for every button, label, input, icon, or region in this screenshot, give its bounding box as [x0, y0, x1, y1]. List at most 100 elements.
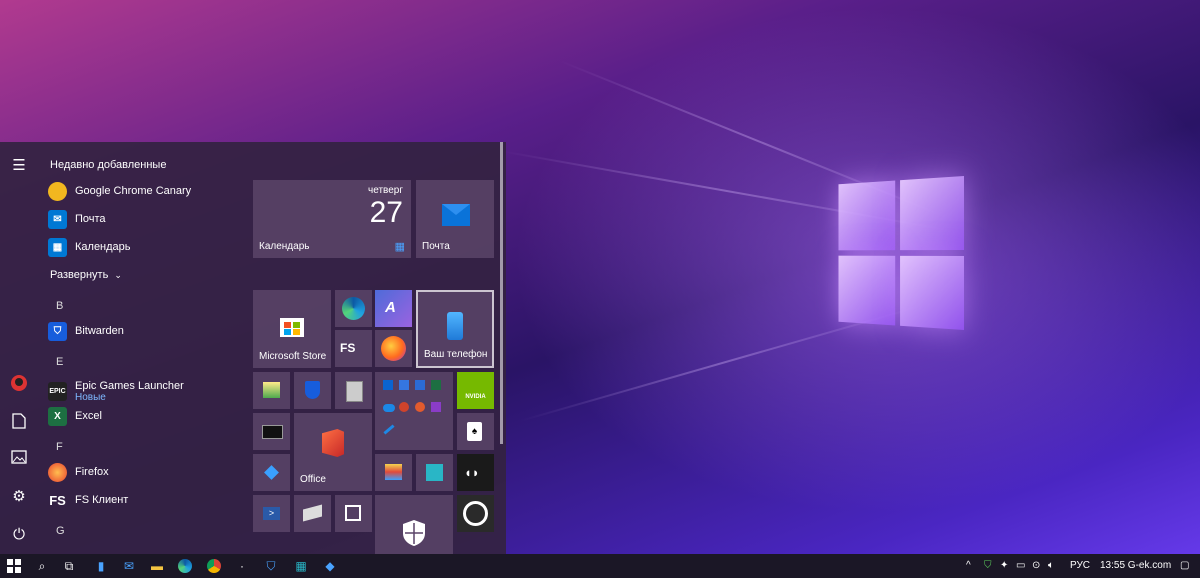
- excel-icon: [431, 380, 441, 390]
- start-rail: ☰ ⚙ ⏻: [0, 142, 38, 554]
- bitwarden-icon: [305, 381, 320, 399]
- hamburger-menu-icon[interactable]: ☰: [9, 156, 29, 176]
- section-letter[interactable]: B: [56, 300, 63, 312]
- expand-button[interactable]: Развернуть ⌄: [50, 269, 122, 281]
- app-item-calendar[interactable]: ▦ Календарь: [48, 234, 131, 260]
- windows-icon: [7, 559, 21, 573]
- office-tile[interactable]: Office: [294, 413, 372, 491]
- expand-label: Развернуть: [50, 269, 109, 281]
- section-letter[interactable]: E: [56, 356, 63, 368]
- snip-icon: [345, 505, 361, 521]
- phone-app-icon[interactable]: ▮: [92, 557, 110, 575]
- app-item-chrome-canary[interactable]: Google Chrome Canary: [48, 178, 191, 204]
- fs-icon: FS: [340, 341, 356, 355]
- clock[interactable]: 13:55 G-ek.com: [1100, 560, 1171, 571]
- edge-taskbar-icon[interactable]: [176, 557, 194, 575]
- your-phone-tile[interactable]: Ваш телефон: [416, 290, 494, 368]
- edge-icon: [342, 297, 365, 320]
- pictures-icon[interactable]: [9, 450, 29, 470]
- battery-icon[interactable]: ▭: [1016, 560, 1025, 571]
- storage-icon: [303, 504, 322, 522]
- store-bag-icon: [280, 318, 304, 337]
- app-label: Epic Games Launcher: [75, 379, 184, 392]
- office-apps-group-tile[interactable]: [375, 372, 453, 450]
- windows-security-tile[interactable]: [375, 495, 453, 554]
- settings-gear-icon[interactable]: ⚙: [9, 487, 29, 507]
- microsoft-store-tile[interactable]: Microsoft Store: [253, 290, 331, 368]
- start-button[interactable]: [5, 557, 23, 575]
- app-item-firefox[interactable]: Firefox: [48, 459, 109, 485]
- word-icon: [415, 380, 425, 390]
- volume-icon[interactable]: 🔈︎: [1048, 560, 1054, 571]
- store-tile-label: Microsoft Store: [259, 351, 327, 362]
- 3d-builder-tile[interactable]: [416, 454, 453, 491]
- app-item-fs-client[interactable]: FS FS Клиент: [48, 487, 128, 513]
- shield-icon: [403, 520, 425, 546]
- speedtest-tile[interactable]: [457, 495, 494, 532]
- app-label: FS Клиент: [75, 494, 129, 506]
- chrome-taskbar-icon[interactable]: [205, 557, 223, 575]
- bitwarden-icon: ⛉: [48, 321, 67, 341]
- phone-icon: [447, 312, 463, 340]
- documents-icon[interactable]: [9, 413, 29, 433]
- mail-tile[interactable]: Почта: [416, 180, 494, 258]
- app-item-bitwarden[interactable]: ⛉ Bitwarden: [48, 318, 124, 344]
- start-menu-scrollbar[interactable]: [500, 142, 503, 444]
- storage-tile[interactable]: [294, 495, 331, 532]
- solitaire-tile[interactable]: ♠: [457, 413, 494, 450]
- edge-tile[interactable]: [335, 290, 372, 327]
- store-taskbar-icon[interactable]: ▦: [292, 557, 310, 575]
- fs-client-icon: FS: [49, 492, 66, 508]
- bitwarden-tile[interactable]: [294, 372, 331, 409]
- app-label: Google Chrome Canary: [75, 185, 192, 197]
- dolby-tile[interactable]: ◖◗: [457, 454, 494, 491]
- app-label: Календарь: [75, 241, 131, 253]
- snip-tile[interactable]: [335, 495, 372, 532]
- language-indicator[interactable]: РУС: [1070, 560, 1090, 571]
- new-badge: Новые: [75, 391, 106, 403]
- app-taskbar-icon[interactable]: ◆: [321, 557, 339, 575]
- calculator-tile[interactable]: [335, 372, 372, 409]
- calendar-tile[interactable]: четверг 27 Календарь ▦: [253, 180, 411, 258]
- bitwarden-taskbar-icon[interactable]: ⛉: [262, 557, 280, 575]
- network-icon[interactable]: ⊙: [1032, 560, 1040, 571]
- mail-app-icon[interactable]: ✉: [120, 557, 138, 575]
- app-item-excel[interactable]: X Excel: [48, 403, 102, 429]
- office-icon: [415, 402, 425, 412]
- power-icon[interactable]: ⏻: [9, 525, 29, 545]
- start-menu: ☰ ⚙ ⏻ Недавно добавленные Google Chrome …: [0, 142, 506, 554]
- firefox-tile[interactable]: [375, 330, 412, 367]
- recent-header: Недавно добавленные: [50, 159, 167, 171]
- app-label: Bitwarden: [75, 325, 124, 337]
- shield-tray-icon[interactable]: ⛉: [984, 560, 992, 571]
- mail-icon: [442, 204, 470, 226]
- phone-tile-label: Ваш телефон: [424, 349, 488, 360]
- nvidia-tile[interactable]: NVIDIA: [457, 372, 494, 409]
- terminal-tile[interactable]: [253, 413, 290, 450]
- photos-tile[interactable]: [375, 454, 412, 491]
- fs-tile[interactable]: FS: [335, 330, 372, 367]
- office-tile-label: Office: [300, 474, 326, 485]
- chevron-up-icon[interactable]: ^: [966, 560, 971, 571]
- powershell-icon: >: [263, 507, 280, 520]
- section-letter[interactable]: F: [56, 441, 63, 453]
- calendar-day: четверг: [368, 185, 403, 196]
- file-explorer-icon[interactable]: ▬: [148, 557, 166, 575]
- image-viewer-tile[interactable]: [253, 372, 290, 409]
- antivirus-tray-icon[interactable]: ✦: [1000, 560, 1008, 571]
- task-view-icon[interactable]: ⧉: [60, 557, 78, 575]
- taskbar: ⌕ ⧉ ▮ ✉ ▬ · ⛉ ▦ ◆ ^ ⛉ ✦ ▭ ⊙ 🔈︎ РУС 13:55…: [0, 554, 1200, 578]
- notifications-icon[interactable]: ▢: [1180, 560, 1189, 571]
- search-icon[interactable]: ⌕: [33, 557, 51, 575]
- app-label: Excel: [75, 410, 102, 422]
- user-avatar-icon[interactable]: [9, 374, 29, 394]
- sandbox-tile[interactable]: [253, 454, 290, 491]
- app-list: Недавно добавленные Google Chrome Canary…: [38, 142, 248, 554]
- affinity-tile[interactable]: A: [375, 290, 412, 327]
- terminal-taskbar-icon[interactable]: ·: [233, 557, 251, 575]
- firefox-icon: [381, 336, 406, 361]
- section-letter[interactable]: G: [56, 525, 65, 537]
- powershell-tile[interactable]: >: [253, 495, 290, 532]
- nvidia-icon: NVIDIA: [465, 394, 486, 400]
- app-item-mail[interactable]: ✉ Почта: [48, 206, 106, 232]
